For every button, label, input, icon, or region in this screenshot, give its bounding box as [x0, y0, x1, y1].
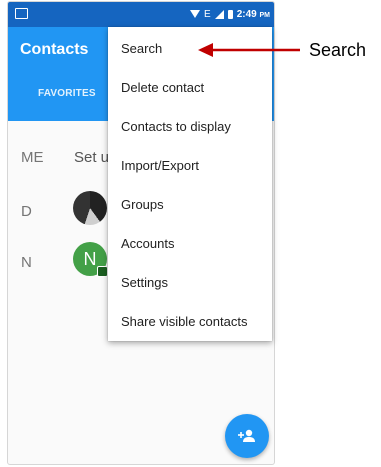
- status-bar: E 2:49 PM: [8, 2, 274, 27]
- overflow-menu: Search Delete contact Contacts to displa…: [108, 27, 272, 341]
- status-indicators: E 2:49 PM: [190, 7, 270, 21]
- menu-item-settings[interactable]: Settings: [108, 263, 272, 302]
- tab-favorites[interactable]: FAVORITES: [38, 88, 96, 99]
- avatar-initial: N: [83, 249, 97, 269]
- screenshot-icon: [15, 8, 28, 19]
- network-type: E: [204, 8, 211, 20]
- signal-icon: [214, 9, 224, 19]
- clock: 2:49 PM: [236, 8, 270, 20]
- app-title: Contacts: [20, 41, 89, 58]
- annotation-label: Search: [309, 40, 367, 60]
- add-contact-icon: [238, 429, 255, 442]
- menu-item-contacts-to-display[interactable]: Contacts to display: [108, 107, 272, 146]
- menu-item-import-export[interactable]: Import/Export: [108, 146, 272, 185]
- menu-item-accounts[interactable]: Accounts: [108, 224, 272, 263]
- menu-item-groups[interactable]: Groups: [108, 185, 272, 224]
- menu-item-share-visible-contacts[interactable]: Share visible contacts: [108, 302, 272, 341]
- wifi-icon: [190, 10, 201, 18]
- annotation-arrow: [198, 43, 300, 57]
- section-letter: ME: [21, 149, 44, 166]
- contact-photo-avatar: [73, 191, 107, 225]
- section-letter: N: [21, 254, 32, 271]
- menu-item-delete-contact[interactable]: Delete contact: [108, 68, 272, 107]
- battery-icon: [227, 9, 233, 19]
- contact-initial-avatar: N: [73, 242, 108, 277]
- add-contact-button[interactable]: [225, 414, 269, 458]
- account-badge-icon: [97, 266, 108, 277]
- set-up-profile-text: Set u: [74, 149, 110, 166]
- section-letter: D: [21, 203, 32, 220]
